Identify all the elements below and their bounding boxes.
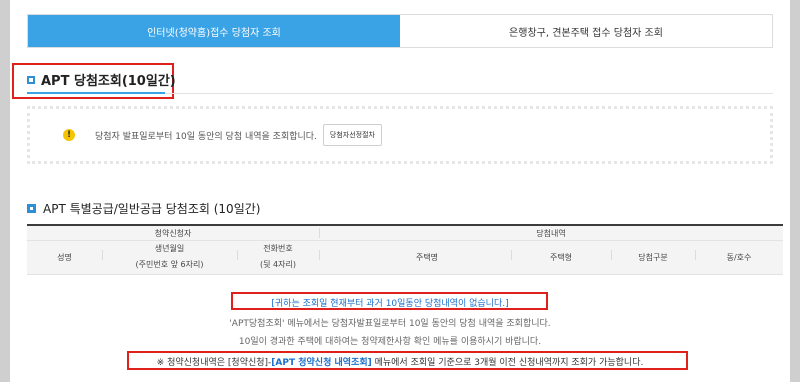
header-house-type: 주택형 [549,253,573,262]
table-top-border [27,224,783,226]
header-phone-sub: (뒷 4자리) [260,260,296,269]
section1-heading: APT 당첨조회(10일간) [27,70,176,89]
apt-application-history-link[interactable]: [APT 청약신청 내역조회] [271,358,371,368]
content-frame: 인터넷(청약홈)접수 당첨자 조회 은행창구, 견본주택 접수 당첨자 조회 A… [10,0,790,382]
header-unit: 동/호수 [726,253,752,262]
tab-internet-winners[interactable]: 인터넷(청약홈)접수 당첨자 조회 [28,15,400,47]
note-line: ※ 청약신청내역은 [청약신청]-[APT 청약신청 내역조회] 메뉴에서 조회… [110,355,690,368]
info-line-2: 10일이 경과한 주택에 대하여는 청약제한사항 확인 메뉴를 이용하시기 바랍… [238,337,542,347]
section2-title: APT 특별공급/일반공급 당첨조회 (10일간) [43,202,261,216]
square-bullet-icon [27,204,36,213]
winner-selection-button[interactable]: 당첨자선정절차 [322,124,383,146]
header-divider [27,240,783,241]
table-bottom-border [27,274,783,275]
header-birth-sub: (주민번호 앞 6자리) [135,260,204,269]
square-bullet-icon [27,75,35,84]
tab-bank-winners[interactable]: 은행창구, 견본주택 접수 당첨자 조회 [400,15,772,47]
info-line-1: 'APT당첨조회' 메뉴에서는 당첨자발표일로부터 10일 동안의 당첨 내역을… [229,319,551,329]
header-birth: 생년월일 [154,244,185,253]
header-phone: 전화번호 [263,244,293,253]
notice-text: 당첨자 발표일로부터 10일 동안의 당첨 내역을 조회합니다. [95,131,317,142]
header-win-type: 당첨구분 [638,253,668,262]
notice-box: ! 당첨자 발표일로부터 10일 동안의 당첨 내역을 조회합니다. 당첨자선정… [27,106,773,164]
header-house-name: 주택명 [415,253,439,262]
header-group-applicant: 청약신청자 [154,229,192,238]
note-text-1: 청약신청내역은 [청약신청]- [167,358,272,368]
section2-heading: APT 특별공급/일반공급 당첨조회 (10일간) [27,200,260,217]
page-title: APT 당첨조회(10일간) [41,74,176,89]
no-result-message: [귀하는 조회일 현재부터 과거 10일동안 당첨내역이 없습니다.] [271,299,509,309]
divider [165,93,773,94]
exclamation-icon: ! [63,129,75,141]
header-name: 성명 [57,253,72,262]
header-separator [319,228,320,238]
note-text-2: 메뉴에서 조회일 기준으로 3개월 이전 신청내역까지 조회가 가능합니다. [371,358,644,368]
tab-bar: 인터넷(청약홈)접수 당첨자 조회 은행창구, 견본주택 접수 당첨자 조회 [27,14,773,48]
title-underline [27,92,165,94]
header-group-result: 당첨내역 [536,229,566,238]
note-prefix: ※ [156,358,165,368]
